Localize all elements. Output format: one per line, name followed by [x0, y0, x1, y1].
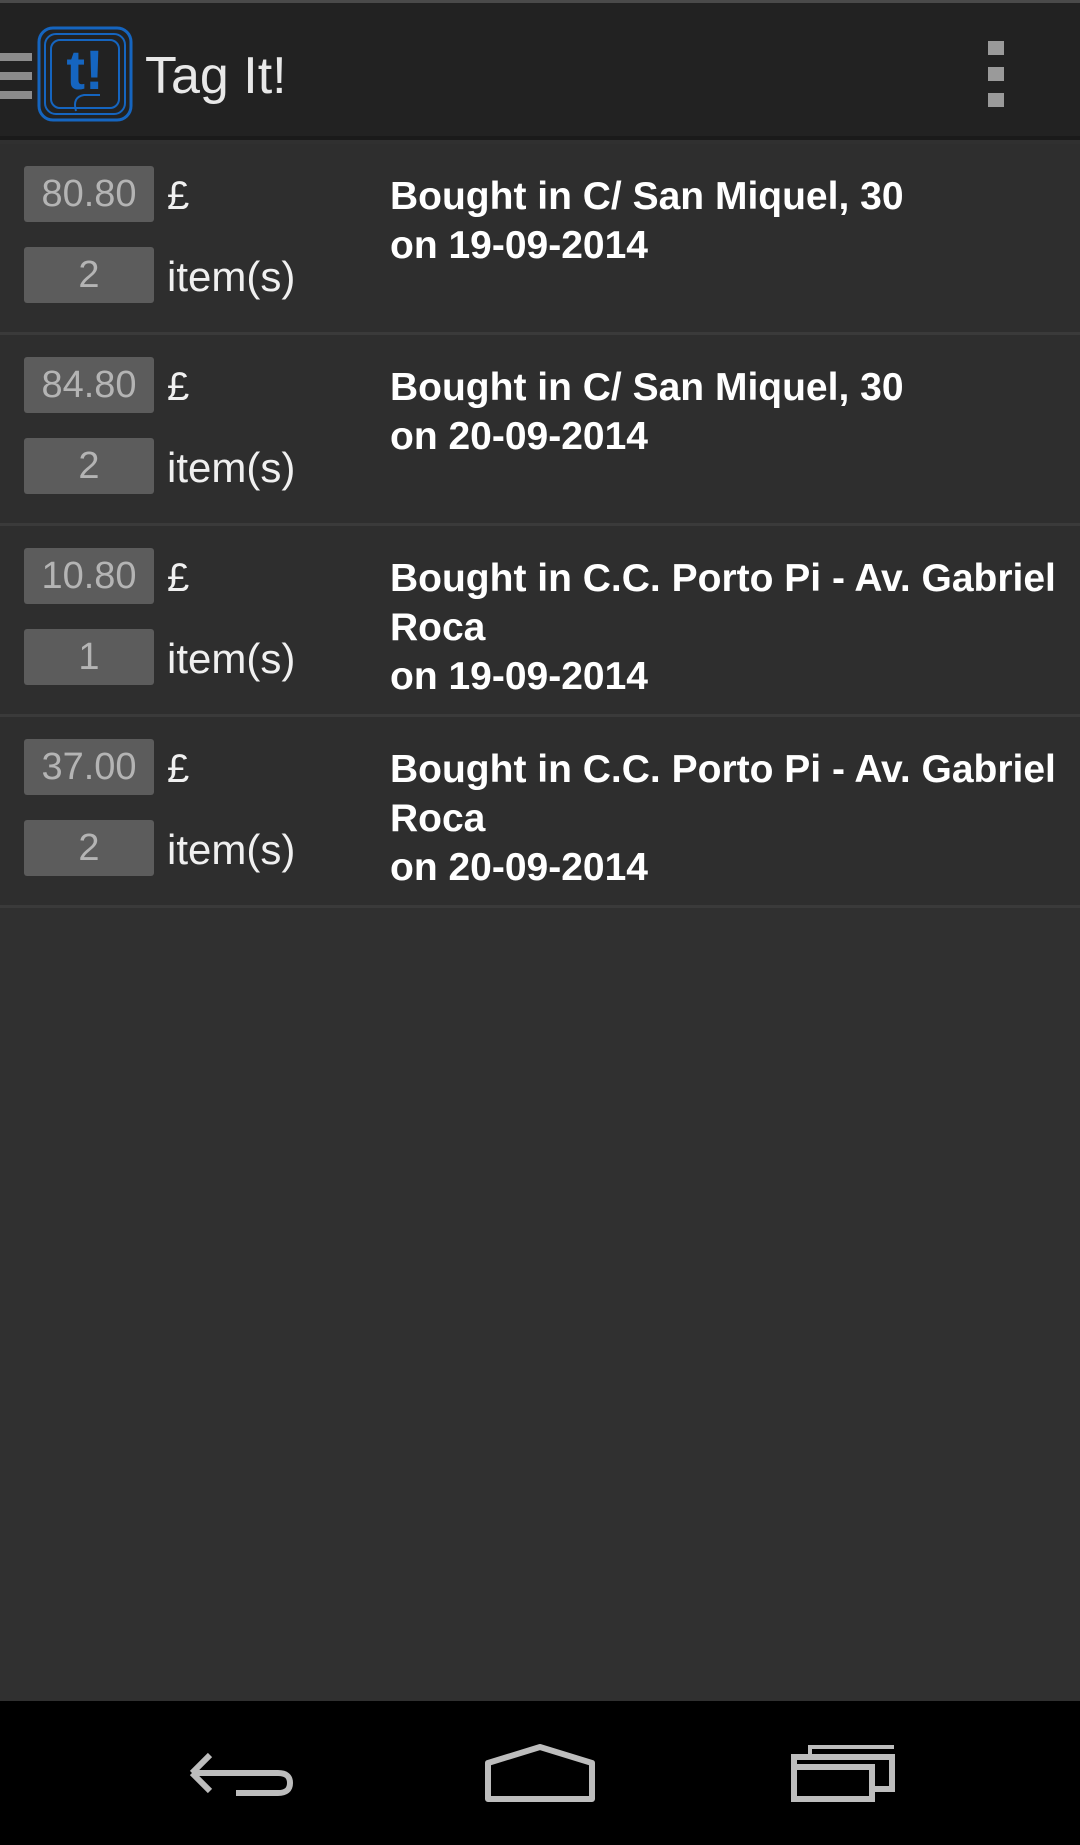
purchase-row[interactable]: 37.00 £ 2 item(s) Bought in C.C. Porto P… [0, 717, 1080, 908]
purchase-description: Bought in C/ San Miquel, 30 on 20-09-201… [390, 363, 1076, 461]
purchase-description: Bought in C.C. Porto Pi - Av. Gabriel Ro… [390, 745, 1076, 892]
currency-label: £ [167, 174, 190, 218]
price-field[interactable]: 80.80 [24, 166, 154, 222]
more-vert-icon[interactable] [986, 41, 1006, 107]
quantity-field[interactable]: 2 [24, 820, 154, 876]
quantity-field[interactable]: 1 [24, 629, 154, 685]
action-bar: t! Tag It! [0, 3, 1080, 140]
purchase-place: Bought in C/ San Miquel, 30 [390, 366, 904, 409]
items-label: item(s) [167, 635, 296, 682]
currency-label: £ [167, 747, 190, 791]
currency-label: £ [167, 556, 190, 600]
purchase-date: on 19-09-2014 [390, 655, 648, 698]
quantity-field[interactable]: 2 [24, 247, 154, 303]
app-logo[interactable]: t! [36, 25, 134, 123]
purchase-place: Bought in C.C. Porto Pi - Av. Gabriel Ro… [390, 748, 1056, 840]
recent-apps-icon[interactable] [770, 1701, 930, 1845]
purchase-description: Bought in C.C. Porto Pi - Av. Gabriel Ro… [390, 554, 1076, 701]
purchase-row[interactable]: 80.80 £ 2 item(s) Bought in C/ San Mique… [0, 144, 1080, 335]
currency-label: £ [167, 365, 190, 409]
purchase-list: 80.80 £ 2 item(s) Bought in C/ San Mique… [0, 144, 1080, 908]
home-icon[interactable] [460, 1701, 620, 1845]
price-field[interactable]: 37.00 [24, 739, 154, 795]
app-title: Tag It! [145, 47, 287, 105]
items-label: item(s) [167, 444, 296, 491]
quantity-field[interactable]: 2 [24, 438, 154, 494]
hamburger-menu-icon[interactable] [0, 53, 32, 99]
purchase-date: on 20-09-2014 [390, 846, 648, 889]
svg-text:t!: t! [66, 38, 103, 101]
items-label: item(s) [167, 253, 296, 300]
purchase-description: Bought in C/ San Miquel, 30 on 19-09-201… [390, 172, 1076, 270]
navigation-bar [0, 1701, 1080, 1845]
price-field[interactable]: 10.80 [24, 548, 154, 604]
purchase-date: on 19-09-2014 [390, 224, 648, 267]
purchase-place: Bought in C.C. Porto Pi - Av. Gabriel Ro… [390, 557, 1056, 649]
purchase-date: on 20-09-2014 [390, 415, 648, 458]
purchase-row[interactable]: 10.80 £ 1 item(s) Bought in C.C. Porto P… [0, 526, 1080, 717]
price-field[interactable]: 84.80 [24, 357, 154, 413]
back-icon[interactable] [160, 1701, 320, 1845]
purchase-row[interactable]: 84.80 £ 2 item(s) Bought in C/ San Mique… [0, 335, 1080, 526]
purchase-place: Bought in C/ San Miquel, 30 [390, 175, 904, 218]
items-label: item(s) [167, 826, 296, 873]
